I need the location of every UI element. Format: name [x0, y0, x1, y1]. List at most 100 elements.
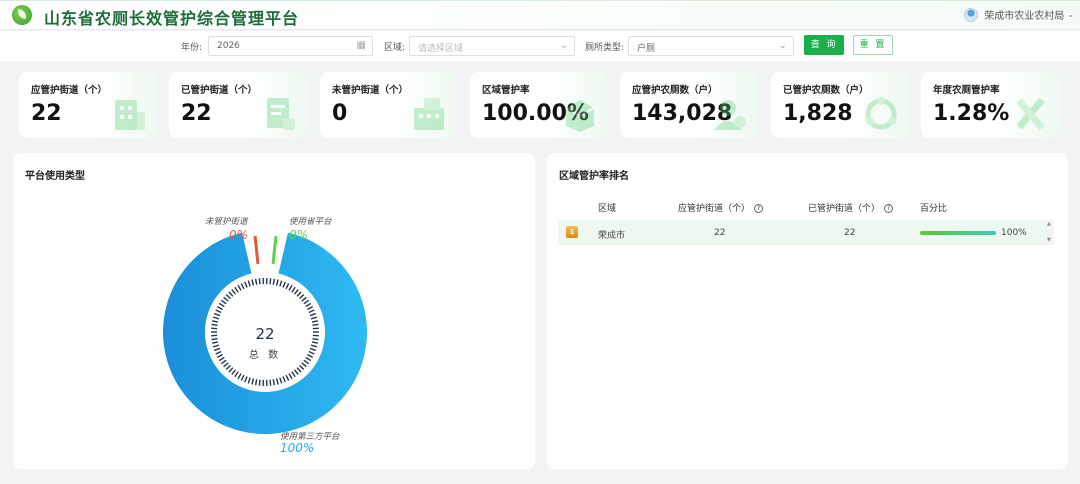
platform-donut-chart: 22 总 数 — [160, 230, 370, 450]
donut-tick — [212, 316, 220, 320]
col-label: 已管护街道（个） — [808, 204, 881, 214]
stat-label: 应管护农厕数（户） — [632, 85, 718, 96]
donut-tick — [301, 362, 307, 368]
donut-tick — [310, 316, 318, 320]
donut-tick — [299, 364, 305, 371]
help-icon[interactable]: ? — [884, 204, 894, 213]
stat-card-should-toilets: 应管护农厕数（户） 143,028 — [620, 72, 758, 138]
donut-tick — [303, 299, 310, 305]
donut-tick — [212, 320, 219, 323]
chevron-down-icon: ⌄ — [778, 40, 787, 51]
building-icon — [115, 100, 145, 130]
donut-tick — [282, 376, 286, 383]
col-label: 应管护街道（个） — [678, 204, 751, 214]
donut-tick — [299, 293, 305, 300]
donut-tick — [254, 278, 258, 285]
toilet-type-label: 厕所类型: — [585, 43, 625, 53]
stat-label: 未管护街道（个） — [332, 85, 409, 96]
year-picker[interactable]: 2026 ▦ — [208, 36, 373, 56]
donut-tick — [288, 373, 293, 380]
donut-slice-province-platform[interactable] — [271, 235, 278, 265]
user-menu[interactable]: 荣成市农业农村局 ⌄ — [964, 7, 1074, 22]
donut-tick — [234, 371, 239, 378]
query-button[interactable]: 查 询 — [804, 35, 844, 55]
scroll-up-icon[interactable]: ▲ — [1047, 221, 1051, 227]
donut-tick — [216, 306, 223, 311]
donut-tick — [301, 296, 307, 302]
table-row[interactable]: 1 荣成市 22 22 100% — [558, 220, 1046, 245]
donut-slice-unmanaged[interactable] — [253, 235, 260, 265]
region-select[interactable]: 请选择区域 ⌄ — [409, 36, 575, 56]
scroll-down-icon[interactable]: ▼ — [1047, 237, 1051, 243]
donut-tick — [225, 364, 231, 371]
col-managed-streets: 已管护街道（个）? — [808, 201, 894, 214]
toilet-type-value: 户厕 — [637, 44, 656, 54]
col-should-streets: 应管护街道（个）? — [678, 201, 764, 214]
legend-label-province-platform: 使用省平台 — [289, 217, 332, 227]
document-icon — [267, 98, 295, 130]
donut-tick — [282, 281, 286, 288]
donut-tick — [279, 377, 283, 384]
filter-bar: 年份: 2026 ▦ 区域: 请选择区域 ⌄ 厕所类型: 户厕 ⌄ 查 询 重 … — [0, 31, 1080, 61]
donut-tick — [294, 369, 299, 375]
donut-tick — [288, 284, 293, 291]
toilet-type-select[interactable]: 户厕 ⌄ — [628, 36, 794, 56]
stat-label: 区域管护率 — [482, 85, 530, 96]
cell-should: 22 — [714, 228, 726, 238]
donut-tick — [309, 312, 316, 317]
donut-tick — [311, 320, 318, 323]
donut-tick — [296, 367, 302, 373]
box-icon — [565, 100, 595, 132]
donut-tick — [258, 379, 261, 386]
app-title: 山东省农厕长效管护综合管理平台 — [44, 9, 300, 28]
percent-bar-track — [920, 231, 996, 235]
chevron-down-icon: ⌄ — [559, 40, 568, 51]
cell-percent: 100% — [1001, 228, 1027, 238]
top-header: 山东省农厕长效管护综合管理平台 荣成市农业农村局 ⌄ — [0, 0, 1080, 30]
recycle-icon — [865, 97, 897, 130]
cell-done: 22 — [844, 228, 856, 238]
donut-tick — [251, 378, 255, 385]
stat-value: 1,828 — [783, 101, 853, 126]
user-icon — [714, 100, 746, 130]
donut-center-label: 总 数 — [248, 350, 282, 361]
donut-tick — [228, 367, 234, 373]
donut-tick — [294, 289, 299, 295]
donut-tick — [218, 302, 225, 308]
legend-label-unmanaged: 未管护街道 — [205, 217, 248, 227]
donut-tick — [254, 379, 258, 386]
cell-region: 荣成市 — [598, 231, 626, 241]
tools-icon — [1017, 98, 1045, 130]
table-scrollbar[interactable]: ▲ ▼ — [1046, 220, 1054, 245]
donut-tick — [240, 283, 245, 290]
reset-button[interactable]: 重 置 — [853, 35, 893, 55]
stat-label: 已管护街道（个） — [181, 85, 258, 96]
region-placeholder: 请选择区域 — [418, 44, 464, 54]
chevron-down-icon: ⌄ — [1067, 10, 1074, 19]
legend-pct-unmanaged: 0% — [229, 228, 249, 242]
calendar-icon: ▦ — [356, 40, 366, 51]
donut-tick — [225, 293, 231, 300]
donut-tick — [285, 283, 290, 290]
donut-tick — [234, 286, 239, 293]
building-icon — [414, 98, 444, 130]
stat-label: 年度农厕管护率 — [933, 85, 1000, 96]
stat-value: 22 — [181, 101, 212, 126]
donut-tick — [307, 306, 314, 311]
donut-tick — [214, 312, 221, 317]
donut-tick — [231, 289, 236, 295]
help-icon[interactable]: ? — [754, 204, 764, 213]
stat-card-managed-streets: 已管护街道（个） 22 — [169, 72, 307, 138]
donut-tick — [244, 376, 248, 383]
donut-tick — [275, 378, 279, 385]
donut-tick — [247, 377, 251, 384]
avatar-icon — [964, 7, 979, 22]
user-name: 荣成市农业农村局 — [984, 11, 1065, 22]
percent-bar-fill — [920, 231, 996, 235]
year-label: 年份: — [181, 43, 203, 53]
donut-tick — [231, 369, 236, 375]
donut-tick — [247, 280, 251, 287]
stat-value: 22 — [31, 101, 62, 126]
donut-tick — [223, 296, 229, 302]
col-region: 区域 — [598, 204, 617, 214]
